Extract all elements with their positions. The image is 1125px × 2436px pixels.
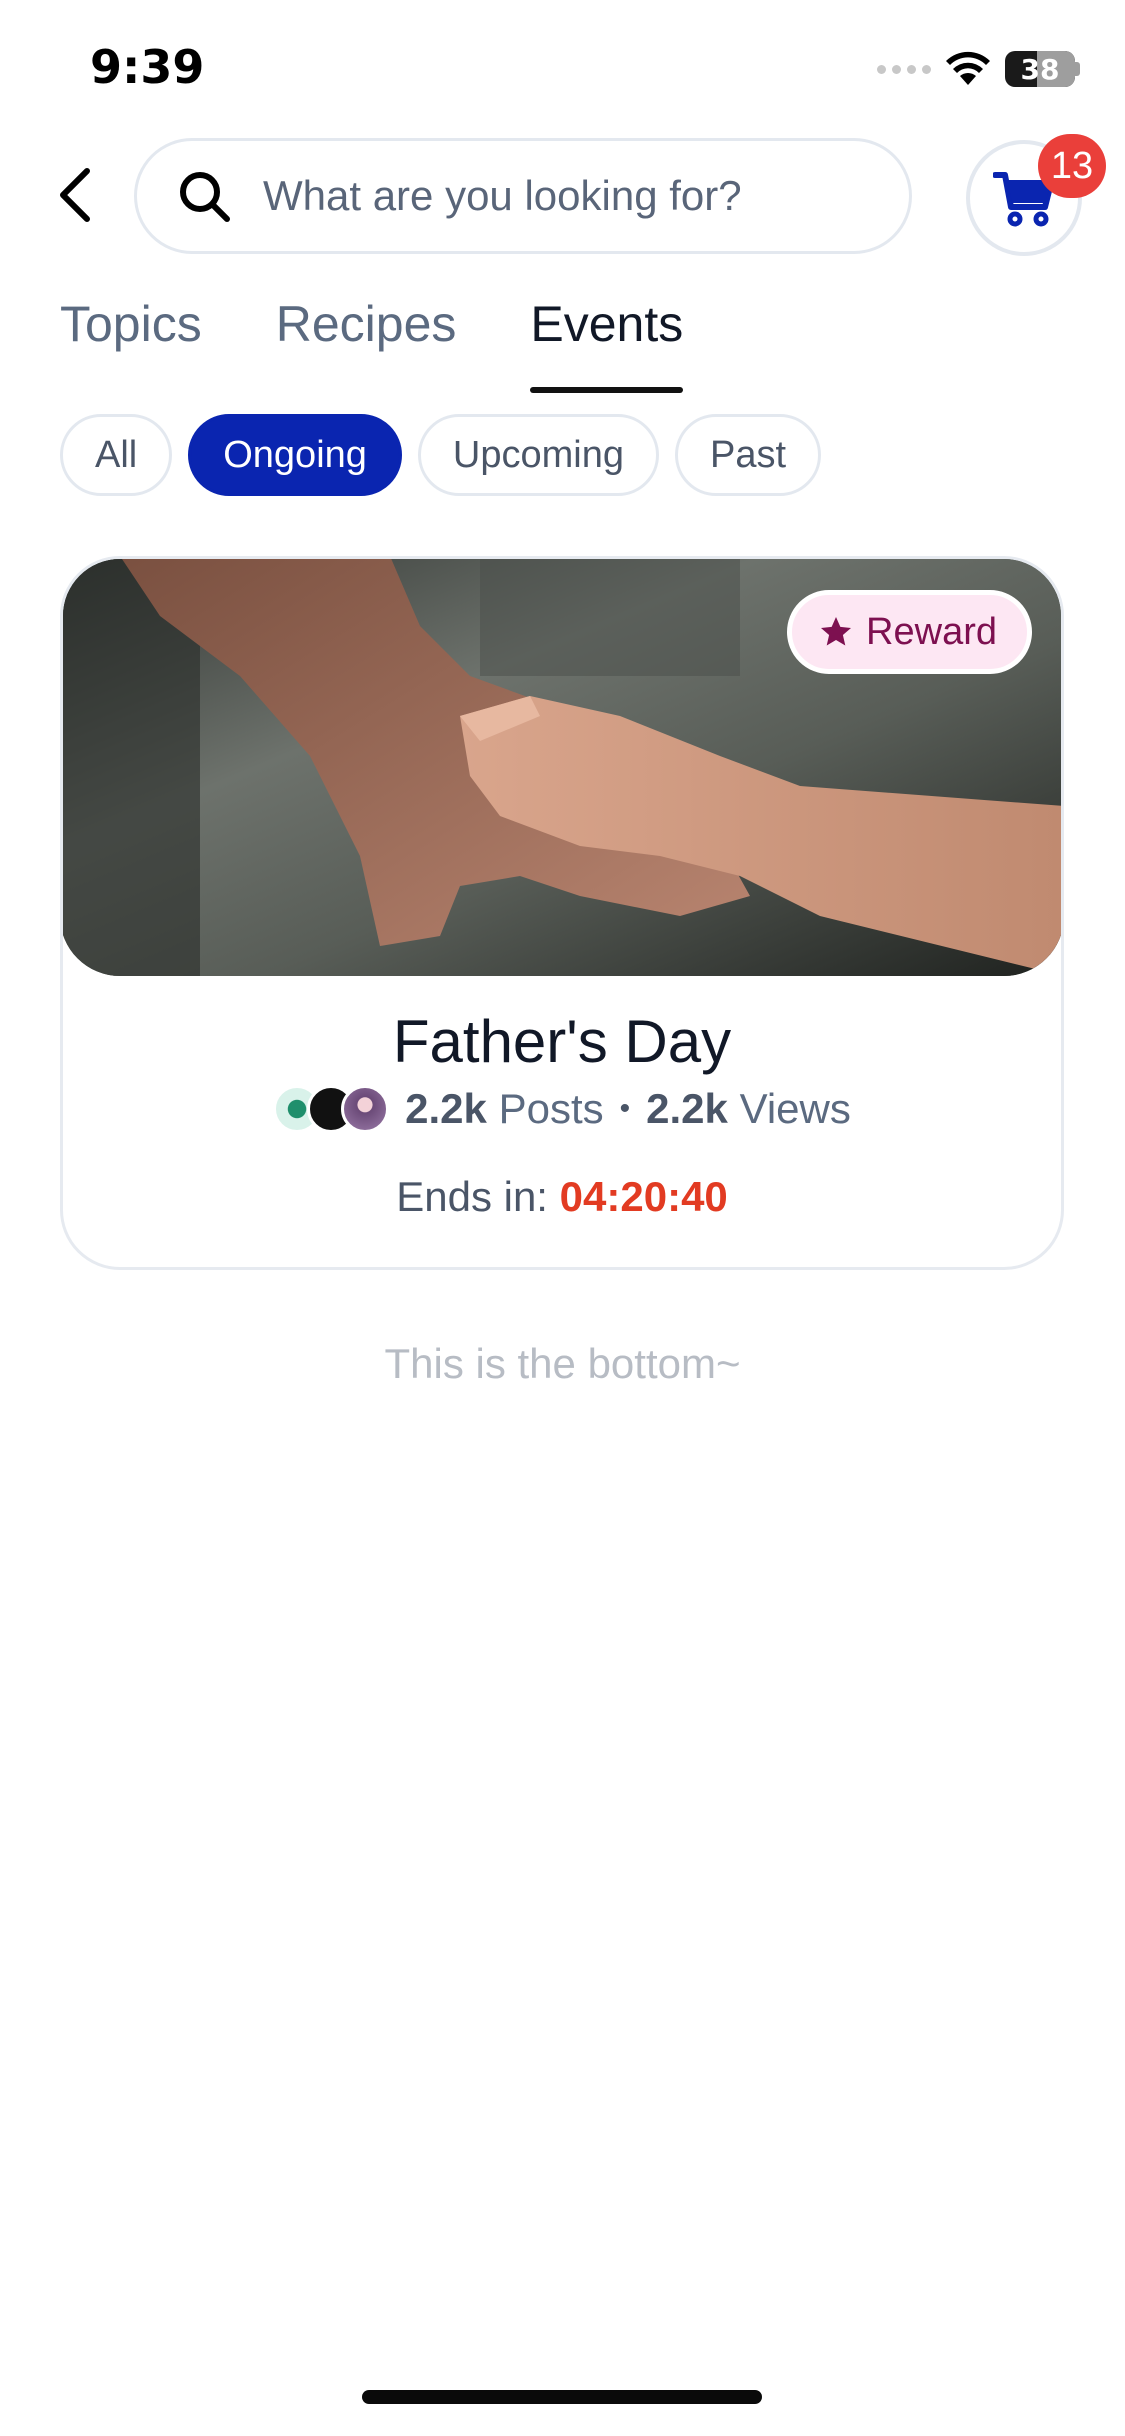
filter-all[interactable]: All bbox=[60, 414, 173, 496]
event-filter-chips: All Ongoing Upcoming Past bbox=[60, 414, 822, 496]
battery-icon: 38 bbox=[1005, 51, 1075, 87]
status-time: 9:39 bbox=[90, 40, 205, 94]
search-icon bbox=[180, 172, 230, 222]
views-label: Views bbox=[739, 1085, 851, 1132]
tab-topics[interactable]: Topics bbox=[60, 295, 202, 393]
tab-recipes[interactable]: Recipes bbox=[276, 295, 457, 393]
search-input[interactable] bbox=[261, 171, 825, 221]
cart-count-badge: 13 bbox=[1038, 134, 1106, 198]
home-indicator bbox=[362, 2390, 762, 2404]
cellular-signal-icon bbox=[877, 64, 931, 74]
reward-badge: Reward bbox=[787, 590, 1032, 674]
views-count: 2.2k bbox=[646, 1085, 728, 1132]
stats-separator: • bbox=[619, 1092, 631, 1125]
wifi-icon bbox=[946, 51, 990, 85]
tab-events[interactable]: Events bbox=[530, 295, 683, 393]
back-button[interactable] bbox=[40, 160, 110, 230]
posts-label: Posts bbox=[498, 1085, 604, 1132]
event-cover-image: Reward bbox=[63, 559, 1061, 976]
participant-avatars bbox=[273, 1085, 390, 1133]
search-bar[interactable] bbox=[134, 138, 912, 254]
filter-past[interactable]: Past bbox=[674, 414, 822, 496]
filter-ongoing[interactable]: Ongoing bbox=[188, 414, 402, 496]
event-card[interactable]: Reward Father's Day 2.2k Posts • 2.2k Vi… bbox=[60, 556, 1064, 1270]
status-bar: 9:39 38 bbox=[0, 0, 1125, 140]
reward-label: Reward bbox=[866, 610, 997, 653]
end-of-list-note: This is the bottom~ bbox=[384, 1340, 741, 1387]
posts-count: 2.2k bbox=[405, 1085, 487, 1132]
category-tabs: Topics Recipes Events bbox=[60, 295, 683, 393]
event-stats: 2.2k Posts • 2.2k Views bbox=[63, 1085, 1061, 1133]
battery-level: 38 bbox=[1020, 52, 1060, 86]
ends-label: Ends in: bbox=[396, 1173, 548, 1220]
event-title: Father's Day bbox=[392, 1008, 732, 1075]
status-icons: 38 bbox=[877, 48, 1080, 90]
back-chevron-icon bbox=[60, 168, 90, 222]
star-icon bbox=[821, 617, 852, 646]
countdown-timer: 04:20:40 bbox=[559, 1173, 728, 1220]
avatar bbox=[341, 1085, 390, 1133]
filter-upcoming[interactable]: Upcoming bbox=[417, 414, 659, 496]
event-ends-in: Ends in: 04:20:40 bbox=[63, 1173, 1061, 1221]
